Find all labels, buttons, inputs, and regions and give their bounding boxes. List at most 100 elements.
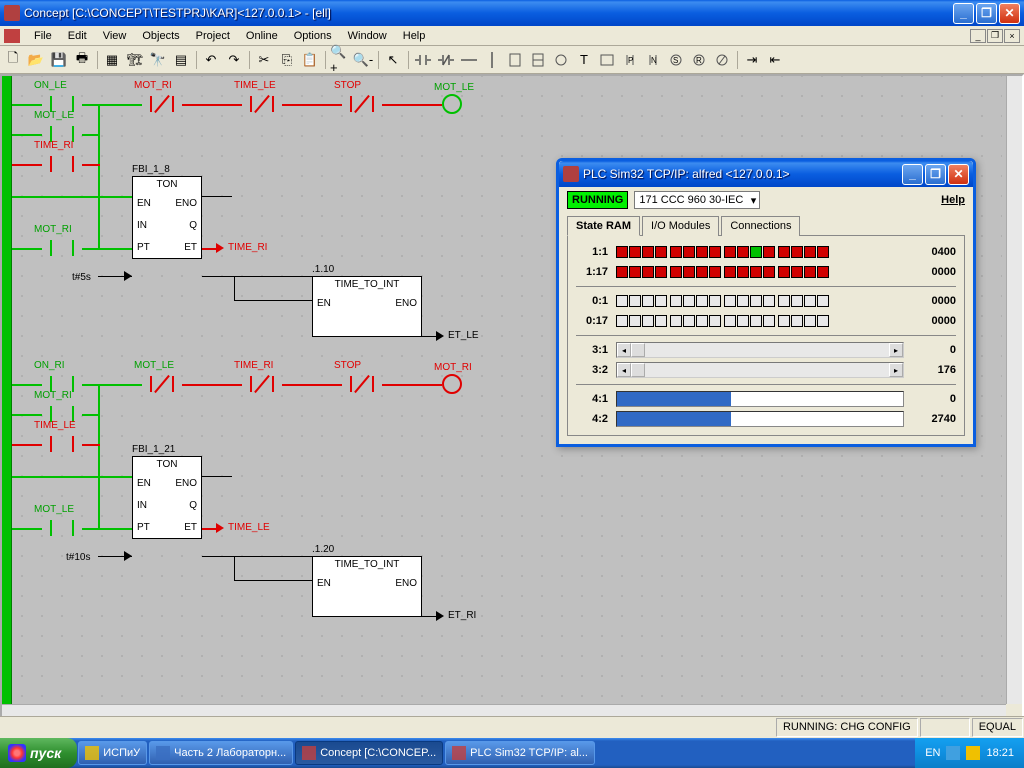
plc-titlebar[interactable]: PLC Sim32 TCP/IP: alfred <127.0.0.1> _ ❐… bbox=[559, 161, 973, 187]
bit[interactable] bbox=[642, 246, 654, 258]
bit[interactable] bbox=[655, 315, 667, 327]
lang-indicator[interactable]: EN bbox=[925, 747, 940, 759]
bit[interactable] bbox=[737, 266, 749, 278]
tool-table[interactable]: ▤ bbox=[170, 49, 192, 71]
tool-block2[interactable] bbox=[527, 49, 549, 71]
bit[interactable] bbox=[655, 295, 667, 307]
bit[interactable] bbox=[670, 266, 682, 278]
bit[interactable] bbox=[616, 295, 628, 307]
tool-step-out[interactable]: ⇤ bbox=[764, 49, 786, 71]
contact-mot-le-2[interactable]: MOT_LE bbox=[42, 518, 82, 538]
contact-mot-ri[interactable]: MOT_RI bbox=[42, 238, 82, 258]
tab-connections[interactable]: Connections bbox=[721, 216, 800, 236]
tool-open[interactable]: 📂 bbox=[25, 49, 47, 71]
tool-select[interactable]: ↖ bbox=[382, 49, 404, 71]
bit[interactable] bbox=[778, 295, 790, 307]
mdi-close[interactable]: × bbox=[1004, 29, 1020, 43]
plc-maximize[interactable]: ❐ bbox=[925, 164, 946, 185]
bit[interactable] bbox=[709, 295, 721, 307]
bit[interactable] bbox=[629, 295, 641, 307]
bit[interactable] bbox=[724, 315, 736, 327]
slider-3-2[interactable]: ◂▸ bbox=[616, 362, 904, 378]
systray[interactable]: EN 18:21 bbox=[915, 738, 1024, 768]
menu-online[interactable]: Online bbox=[238, 28, 286, 44]
bit[interactable] bbox=[696, 266, 708, 278]
bit[interactable] bbox=[683, 266, 695, 278]
block-ton-2[interactable]: TON ENENO INQ PTET bbox=[132, 456, 202, 539]
coil-mot-ri[interactable]: MOT_RI bbox=[442, 374, 462, 394]
bit[interactable] bbox=[763, 246, 775, 258]
bit[interactable] bbox=[737, 315, 749, 327]
bit[interactable] bbox=[616, 246, 628, 258]
bit[interactable] bbox=[616, 315, 628, 327]
bit[interactable] bbox=[642, 315, 654, 327]
bit[interactable] bbox=[629, 315, 641, 327]
bit[interactable] bbox=[696, 315, 708, 327]
tool-block1[interactable] bbox=[504, 49, 526, 71]
tool-new[interactable]: 🗋 bbox=[2, 49, 24, 71]
mdi-minimize[interactable]: _ bbox=[970, 29, 986, 43]
bit[interactable] bbox=[763, 266, 775, 278]
contact-time-le-2[interactable]: TIME_LE bbox=[42, 434, 82, 454]
scrollbar-vertical[interactable] bbox=[1006, 76, 1022, 704]
tab-io-modules[interactable]: I/O Modules bbox=[642, 216, 719, 236]
menu-file[interactable]: File bbox=[26, 28, 60, 44]
bit[interactable] bbox=[655, 246, 667, 258]
bit[interactable] bbox=[696, 246, 708, 258]
bit[interactable] bbox=[791, 295, 803, 307]
bit[interactable] bbox=[791, 315, 803, 327]
contact-time-ri[interactable]: TIME_RI bbox=[42, 154, 82, 174]
plc-minimize[interactable]: _ bbox=[902, 164, 923, 185]
bit[interactable] bbox=[778, 266, 790, 278]
coil-mot-le[interactable]: MOT_LE bbox=[442, 94, 462, 114]
bit[interactable] bbox=[670, 295, 682, 307]
tool-contact-p[interactable]: P bbox=[619, 49, 641, 71]
bit[interactable] bbox=[817, 315, 829, 327]
menu-window[interactable]: Window bbox=[340, 28, 395, 44]
bit[interactable] bbox=[683, 295, 695, 307]
tab-state-ram[interactable]: State RAM bbox=[567, 216, 640, 236]
bit[interactable] bbox=[724, 246, 736, 258]
plc-window[interactable]: PLC Sim32 TCP/IP: alfred <127.0.0.1> _ ❐… bbox=[556, 158, 976, 447]
bit[interactable] bbox=[683, 246, 695, 258]
bit[interactable] bbox=[724, 295, 736, 307]
task-word[interactable]: Часть 2 Лабораторн... bbox=[149, 741, 293, 765]
bit[interactable] bbox=[763, 295, 775, 307]
bit[interactable] bbox=[804, 246, 816, 258]
bit[interactable] bbox=[817, 266, 829, 278]
tool-vline[interactable] bbox=[481, 49, 503, 71]
close-button[interactable]: ✕ bbox=[999, 3, 1020, 24]
bit[interactable] bbox=[616, 266, 628, 278]
menu-options[interactable]: Options bbox=[286, 28, 340, 44]
plc-help[interactable]: Help bbox=[941, 194, 965, 206]
tool-copy[interactable]: ⎘ bbox=[276, 49, 298, 71]
contact-mot-ri-nc[interactable]: MOT_RI bbox=[142, 94, 182, 114]
bit[interactable] bbox=[670, 246, 682, 258]
bit[interactable] bbox=[817, 295, 829, 307]
bit[interactable] bbox=[750, 295, 762, 307]
contact-mot-le-nc[interactable]: MOT_LE bbox=[142, 374, 182, 394]
tool-coil[interactable] bbox=[550, 49, 572, 71]
bit[interactable] bbox=[709, 315, 721, 327]
contact-stop-nc-1[interactable]: STOP bbox=[342, 94, 382, 114]
menu-objects[interactable]: Objects bbox=[134, 28, 187, 44]
bit[interactable] bbox=[642, 266, 654, 278]
tool-hline[interactable] bbox=[458, 49, 480, 71]
block-ton-1[interactable]: TON ENENO INQ PTET bbox=[132, 176, 202, 259]
menu-project[interactable]: Project bbox=[188, 28, 238, 44]
bit[interactable] bbox=[696, 295, 708, 307]
bit[interactable] bbox=[724, 266, 736, 278]
tool-binoculars[interactable]: 🔭 bbox=[147, 49, 169, 71]
bit[interactable] bbox=[778, 315, 790, 327]
task-ispiu[interactable]: ИСПиУ bbox=[78, 741, 147, 765]
tool-contact-nc[interactable] bbox=[435, 49, 457, 71]
block-tti-2[interactable]: TIME_TO_INT ENENO bbox=[312, 556, 422, 617]
bit[interactable] bbox=[737, 246, 749, 258]
bit[interactable] bbox=[629, 266, 641, 278]
block-tti-1[interactable]: TIME_TO_INT ENENO bbox=[312, 276, 422, 337]
tool-project1[interactable]: ▦ bbox=[101, 49, 123, 71]
plc-close[interactable]: ✕ bbox=[948, 164, 969, 185]
menu-view[interactable]: View bbox=[95, 28, 135, 44]
bit[interactable] bbox=[629, 246, 641, 258]
tool-print[interactable]: 🖶 bbox=[71, 49, 93, 71]
